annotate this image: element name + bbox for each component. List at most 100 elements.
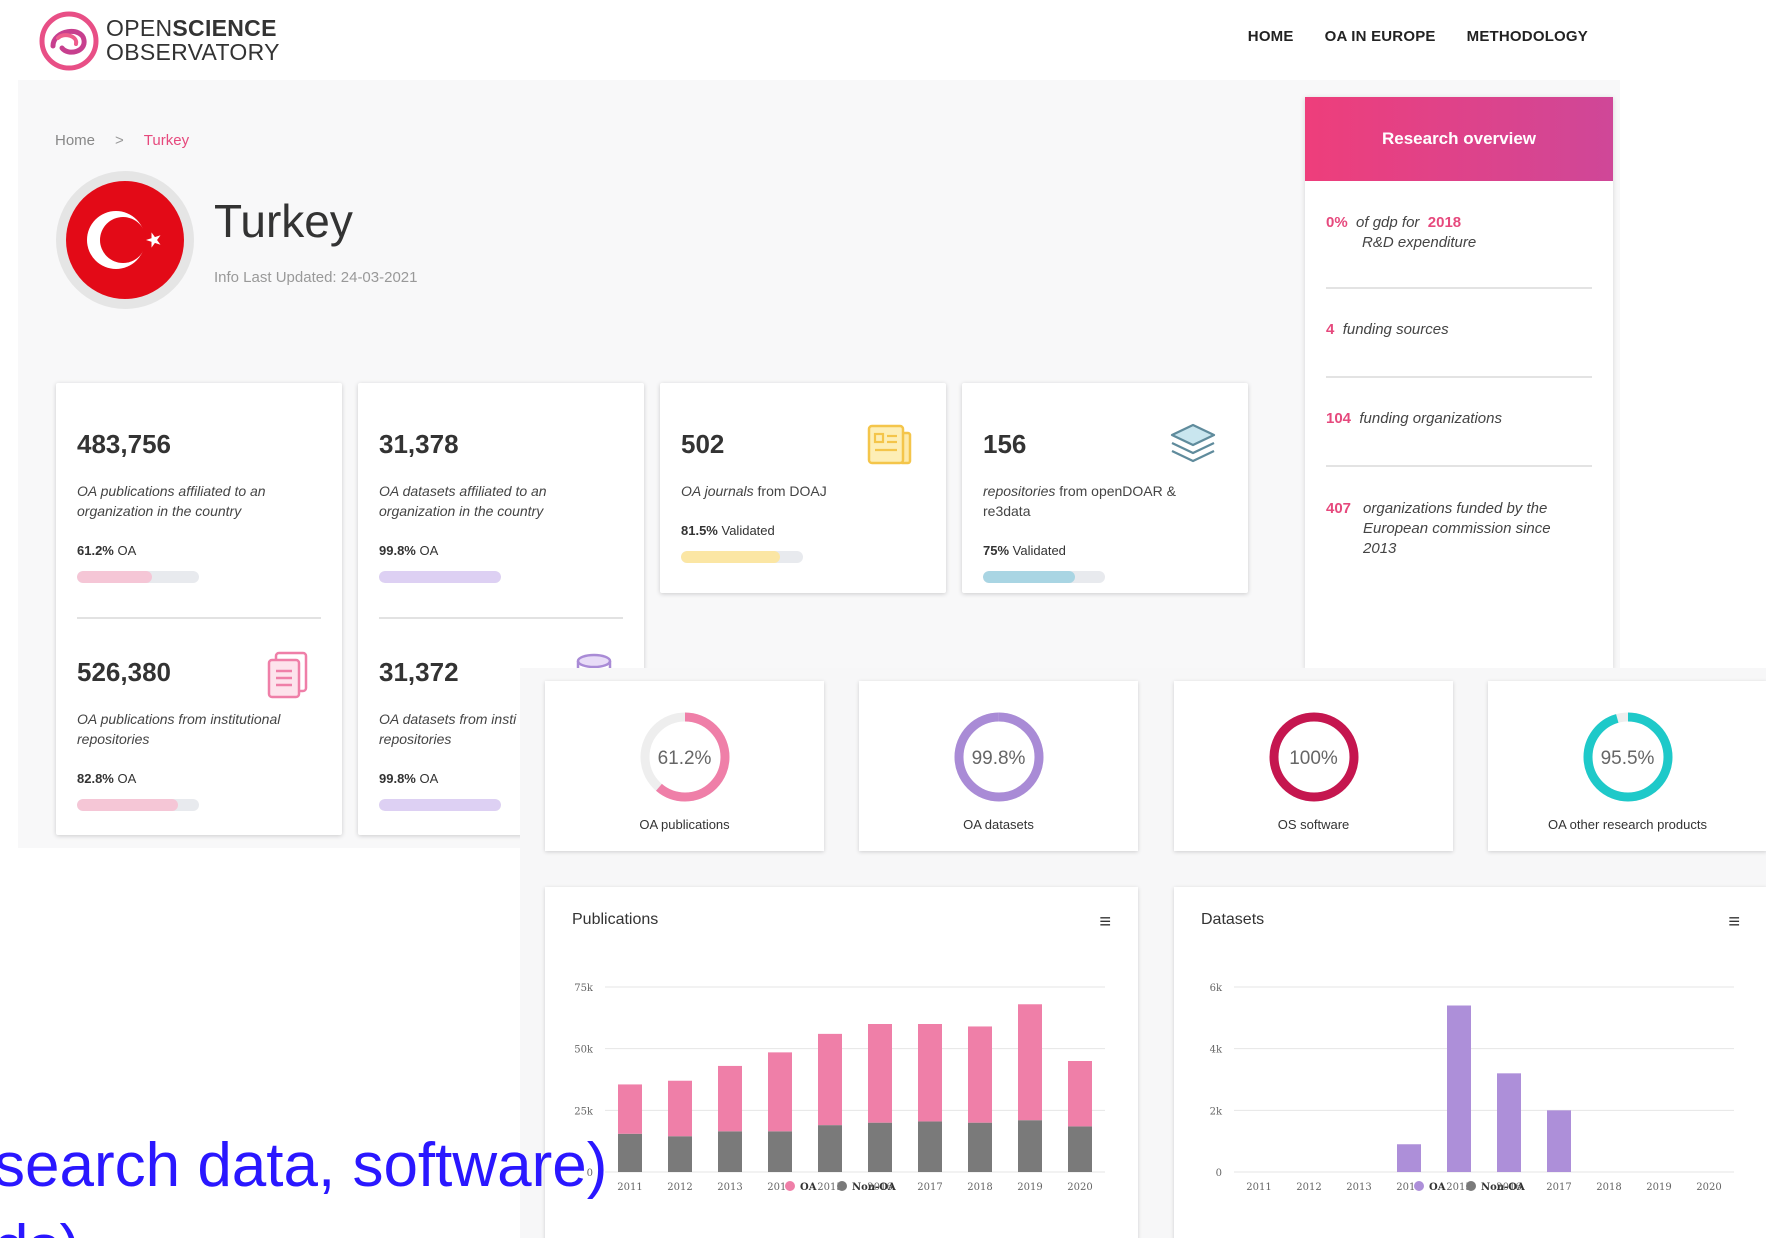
journals-card: 502 OA journals from DOAJ 81.5% Validate…	[660, 383, 946, 593]
y-tick-label: 25k	[574, 1106, 594, 1117]
overview-divider	[1326, 465, 1592, 467]
breadcrumb-home[interactable]: Home	[55, 132, 95, 149]
donut-card-oa-other-products: 95.5% OA other research products	[1488, 681, 1766, 851]
legend-marker	[1466, 1181, 1476, 1191]
legend-label[interactable]: OA	[1429, 1182, 1446, 1193]
oa-journals-bar	[681, 551, 803, 563]
donut-label: OS software	[1277, 817, 1350, 832]
publications-chart: 025k50k75k2011 2012 2013 2014 2015 2016 2017 20…	[574, 983, 1105, 1193]
bar-oa-2016[interactable]	[1497, 1073, 1521, 1172]
institutional-publications-bar	[77, 799, 199, 811]
slide-caption-line2: ds)	[0, 1212, 80, 1238]
datasets-chart-card: 0 2k 4k 6k 2011 2012 2013 2014 2015 2016 2017 2018 2…	[1174, 887, 1766, 1238]
x-tick-label: 2011	[617, 1182, 642, 1193]
x-tick-label: 2020	[1696, 1182, 1721, 1193]
bar-oa-2018[interactable]	[968, 1026, 992, 1123]
x-tick-label: 2013	[717, 1182, 742, 1193]
bar-oa-2019[interactable]	[1018, 1004, 1042, 1121]
nav-oa-in-europe[interactable]: OA IN EUROPE	[1325, 28, 1436, 45]
institutional-datasets-count: 31,372	[379, 657, 459, 687]
repositories-bar	[983, 571, 1105, 583]
bar-non-oa-2016[interactable]	[868, 1122, 892, 1172]
institutional-publications-pct: 82.8% OA	[77, 771, 137, 786]
x-tick-label: 2012	[667, 1182, 692, 1193]
oa-datasets-bar	[379, 571, 501, 583]
donut-percentage: 61.2%	[657, 748, 712, 769]
logo-icon	[39, 11, 99, 71]
bar-oa-2017[interactable]	[918, 1024, 942, 1122]
bar-oa-2011[interactable]	[618, 1084, 642, 1134]
turkey-flag-icon	[56, 171, 194, 309]
x-tick-label: 2012	[1296, 1182, 1321, 1193]
donut-percentage: 95.5%	[1600, 748, 1655, 769]
oa-datasets-pct: 99.8% OA	[379, 543, 439, 558]
bar-oa-2020[interactable]	[1068, 1061, 1092, 1127]
breadcrumb-current: Turkey	[143, 132, 190, 149]
x-tick-label: 2017	[917, 1182, 942, 1193]
x-tick-label: 2019	[1017, 1182, 1042, 1193]
breadcrumb-separator: >	[115, 132, 124, 149]
bar-non-oa-2018[interactable]	[968, 1122, 992, 1172]
legend-label[interactable]: Non-OA	[1481, 1182, 1525, 1193]
institutional-publications-count: 526,380	[77, 657, 171, 687]
chart-menu-icon[interactable]: ≡	[1728, 912, 1740, 932]
bar-oa-2015[interactable]	[818, 1033, 842, 1126]
x-tick-label: 2011	[1246, 1182, 1271, 1193]
main-nav: HOME OA IN EUROPE METHODOLOGY	[1248, 28, 1588, 45]
country-title: Turkey	[214, 195, 353, 247]
logo-text: OPENSCIENCE OBSERVATORY	[106, 15, 280, 65]
bar-oa-2013[interactable]	[718, 1065, 742, 1132]
overview-divider	[1326, 287, 1592, 289]
donut-card-os-software: 100% OS software	[1174, 681, 1453, 851]
bar-oa-2014[interactable]	[1397, 1144, 1421, 1172]
top-navbar: OPENSCIENCE OBSERVATORY HOME OA IN EUROP…	[0, 0, 1766, 80]
bar-non-oa-2015[interactable]	[818, 1125, 842, 1172]
nav-home[interactable]: HOME	[1248, 28, 1294, 45]
bar-oa-2017[interactable]	[1547, 1110, 1571, 1172]
card-divider	[379, 617, 623, 619]
institutional-datasets-bar	[379, 799, 501, 811]
donut-label: OA datasets	[963, 817, 1034, 832]
slide-caption: search data, software)	[0, 1131, 608, 1200]
donut-label: OA publications	[639, 817, 730, 832]
oa-publications-desc: OA publications affiliated to an organiz…	[77, 483, 266, 519]
ec-funded-organizations: 407 organizations funded by the European…	[1326, 500, 1551, 557]
repositories-card: 156 repositories from openDOAR & re3data…	[962, 383, 1248, 593]
x-tick-label: 2018	[1596, 1182, 1621, 1193]
nav-methodology[interactable]: METHODOLOGY	[1467, 28, 1588, 45]
document-icon	[267, 651, 308, 699]
chart-title: Publications	[572, 911, 659, 928]
newspaper-icon	[867, 424, 912, 465]
publications-chart-card: 0 25k 50k 75k 2011 2012 2013 2014 2015 2016 2017 20…	[545, 887, 1138, 1238]
institutional-publications-desc: OA publications from institutional repos…	[77, 711, 281, 747]
repositories-desc: repositories from openDOAR & re3data	[983, 483, 1176, 519]
legend-marker	[837, 1181, 847, 1191]
donut-card-oa-publications: 61.2% OA publications	[545, 681, 824, 851]
legend-label[interactable]: OA	[800, 1182, 817, 1193]
bar-non-oa-2013[interactable]	[718, 1131, 742, 1172]
funding-sources: 4 funding sources	[1326, 321, 1449, 338]
oa-publications-count: 483,756	[77, 429, 171, 459]
breadcrumb: Home > Turkey	[55, 132, 189, 149]
bar-non-oa-2019[interactable]	[1018, 1120, 1042, 1172]
bar-non-oa-2014[interactable]	[768, 1131, 792, 1172]
repositories-count: 156	[983, 429, 1027, 459]
legend-label[interactable]: Non-OA	[852, 1182, 896, 1193]
bar-non-oa-2011[interactable]	[618, 1133, 642, 1172]
donut-percentage: 99.8%	[971, 748, 1026, 769]
bar-non-oa-2017[interactable]	[918, 1121, 942, 1172]
oa-datasets-count: 31,378	[379, 429, 459, 459]
bar-non-oa-2012[interactable]	[668, 1136, 692, 1172]
y-tick-label: 6k	[1210, 983, 1223, 994]
publications-card: 483,756 OA publications affiliated to an…	[56, 383, 342, 835]
last-updated: Info Last Updated: 24-03-2021	[214, 269, 418, 286]
bar-non-oa-2020[interactable]	[1068, 1126, 1092, 1172]
donut-label: OA other research products	[1548, 817, 1707, 832]
openscience-observatory-logo[interactable]: OPENSCIENCE OBSERVATORY	[38, 10, 348, 72]
oa-journals-desc: OA journals from DOAJ	[681, 483, 827, 499]
bar-oa-2014[interactable]	[768, 1052, 792, 1132]
bar-oa-2016[interactable]	[868, 1024, 892, 1123]
chart-menu-icon[interactable]: ≡	[1099, 912, 1111, 932]
bar-oa-2012[interactable]	[668, 1080, 692, 1137]
bar-oa-2015[interactable]	[1447, 1005, 1471, 1173]
